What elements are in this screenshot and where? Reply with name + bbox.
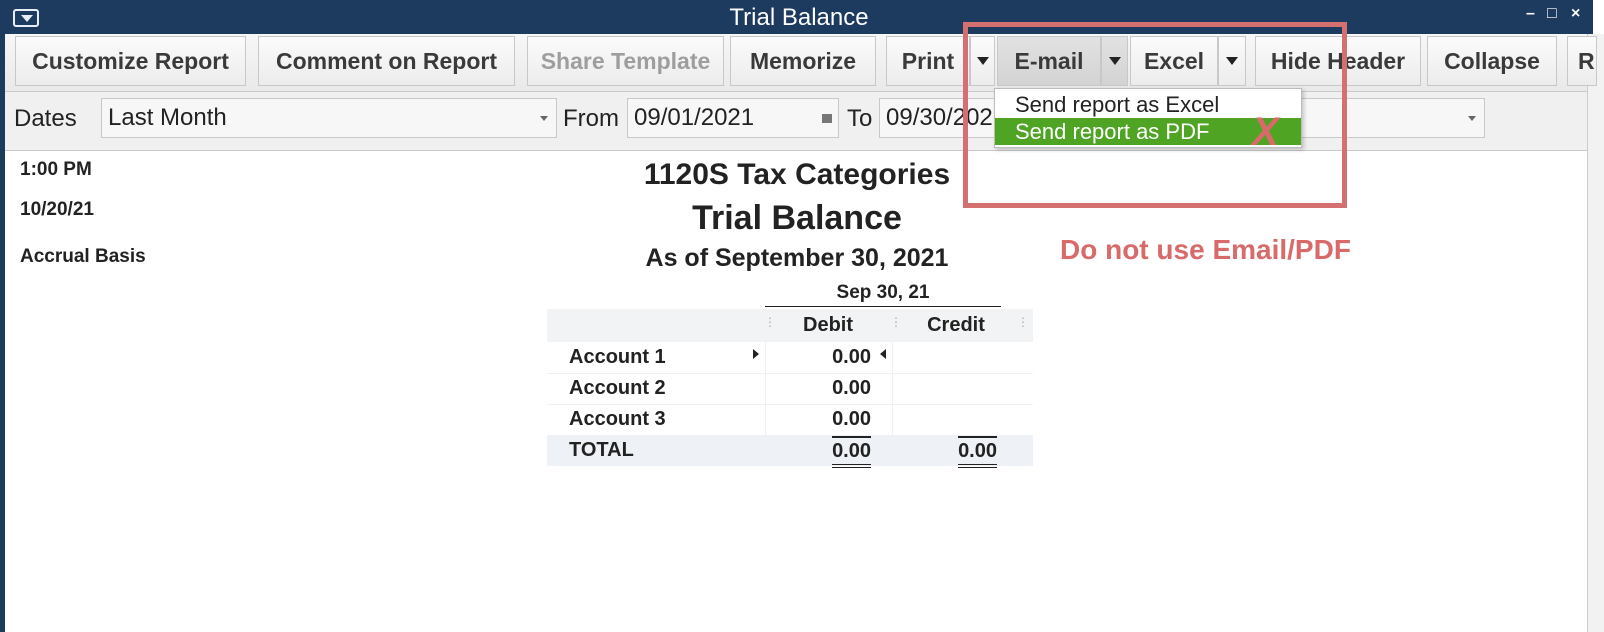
- report-toolbar: Customize Report Comment on Report Share…: [5, 34, 1597, 92]
- annotation-x-mark: X: [1252, 110, 1279, 154]
- account-name: Account 3: [569, 408, 666, 430]
- debit-value: 0.00: [832, 377, 871, 399]
- collapse-button[interactable]: Collapse: [1427, 36, 1557, 86]
- calendar-icon[interactable]: [822, 114, 832, 123]
- memorize-button[interactable]: Memorize: [730, 36, 876, 86]
- chevron-down-icon: [540, 116, 548, 121]
- debit-column-header[interactable]: Debit: [765, 314, 891, 337]
- refresh-button[interactable]: R: [1567, 36, 1597, 86]
- table-row[interactable]: Account 2 0.00: [547, 373, 1033, 405]
- from-date-value: 09/01/2021: [634, 104, 755, 131]
- share-template-button[interactable]: Share Template: [527, 36, 724, 86]
- debit-value: 0.00: [832, 408, 871, 430]
- to-label: To: [847, 105, 873, 132]
- column-resize-handle[interactable]: ⋮: [890, 316, 902, 328]
- customize-report-button[interactable]: Customize Report: [15, 36, 246, 86]
- credit-column-header[interactable]: Credit: [893, 314, 1019, 337]
- report-window: Trial Balance – □ × Customize Report Com…: [0, 0, 1604, 632]
- table-row[interactable]: Account 3 0.00: [547, 404, 1033, 436]
- restore-icon[interactable]: □: [1547, 5, 1557, 23]
- close-icon[interactable]: ×: [1571, 5, 1580, 23]
- dates-label: Dates: [14, 105, 77, 132]
- report-title: Trial Balance: [692, 199, 902, 237]
- from-date-field[interactable]: 09/01/2021: [627, 98, 839, 138]
- dates-value: Last Month: [108, 104, 227, 131]
- dates-dropdown[interactable]: Last Month: [101, 98, 557, 138]
- company-name: 1120S Tax Categories: [643, 158, 951, 191]
- total-debit: 0.00: [832, 436, 871, 468]
- window-title: Trial Balance: [729, 4, 869, 31]
- debit-value: 0.00: [832, 346, 871, 368]
- total-row[interactable]: TOTAL 0.00 0.00: [547, 435, 1033, 468]
- total-label: TOTAL: [569, 439, 634, 461]
- comment-on-report-button[interactable]: Comment on Report: [258, 36, 515, 86]
- column-header-row: Debit Credit ⋮ ⋮ ⋮: [547, 309, 1033, 342]
- account-name: Account 2: [569, 377, 666, 399]
- print-button[interactable]: Print: [886, 36, 970, 86]
- filter-bar: Dates Last Month From 09/01/2021 To 09/3…: [5, 92, 1587, 151]
- title-bar: Trial Balance – □ ×: [0, 0, 1593, 34]
- total-credit: 0.00: [958, 436, 997, 468]
- from-label: From: [563, 105, 619, 132]
- scrollbar[interactable]: [1587, 34, 1604, 632]
- column-resize-handle[interactable]: ⋮: [1017, 316, 1029, 328]
- account-name: Account 1: [569, 346, 666, 368]
- table-row[interactable]: Account 1 0.00: [547, 342, 1033, 374]
- caret-left-icon: [880, 349, 886, 359]
- column-resize-handle[interactable]: ⋮: [764, 316, 776, 328]
- period-header: Sep 30, 21: [765, 282, 1001, 307]
- caret-right-icon: [753, 349, 759, 359]
- report-subtitle: As of September 30, 2021: [645, 244, 949, 272]
- chevron-down-icon: [1468, 116, 1476, 121]
- minimize-icon[interactable]: –: [1526, 5, 1535, 23]
